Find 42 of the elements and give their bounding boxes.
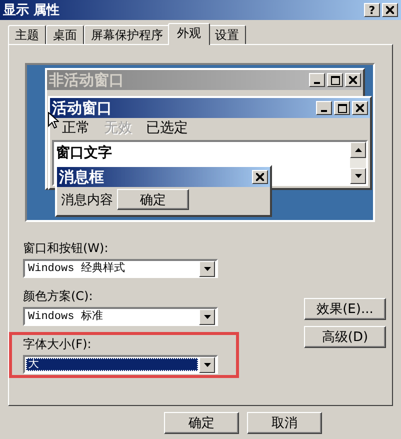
close-icon [356, 104, 364, 112]
window-title: 显示 属性 [3, 2, 60, 19]
down-arrow-icon [204, 362, 210, 366]
down-arrow-icon [204, 266, 210, 270]
dialog-button[interactable]: 高级(D) [304, 326, 386, 348]
maximize-button[interactable] [334, 101, 350, 115]
tab[interactable]: 桌面 [46, 25, 84, 44]
down-arrow-icon [354, 174, 362, 178]
close-icon [256, 173, 264, 181]
message-text: 消息内容 [61, 192, 113, 208]
tab[interactable]: 外观 [168, 23, 210, 45]
dropdown[interactable]: Windows 经典样式 [23, 259, 218, 278]
close-button[interactable] [345, 73, 361, 87]
dropdown[interactable]: 大 [23, 355, 218, 374]
tab[interactable]: 主题 [8, 25, 46, 44]
down-arrow-icon [204, 314, 210, 318]
maximize-icon [330, 76, 340, 84]
ok-button[interactable]: 确定 [117, 189, 189, 210]
minimize-button[interactable] [309, 73, 325, 87]
close-button[interactable] [352, 101, 368, 115]
help-button[interactable]: ? [364, 3, 380, 17]
maximize-button[interactable] [327, 73, 343, 87]
maximize-icon [338, 104, 346, 112]
dialog-button[interactable]: 确定 [164, 412, 239, 434]
field-label: 窗口和按钮(W): [23, 240, 110, 257]
close-icon [349, 76, 357, 84]
window-title: 非活动窗口 [49, 72, 124, 88]
close-button[interactable] [382, 3, 398, 17]
window-title: 活动窗口 [52, 100, 112, 116]
dialog-button[interactable]: 取消 [247, 412, 322, 434]
field-label: 字体大小(F): [23, 336, 92, 353]
up-arrow-icon [354, 148, 362, 152]
dialog-button[interactable]: 效果(E)... [304, 298, 386, 320]
tab[interactable]: 设置 [208, 25, 246, 44]
dropdown[interactable]: Windows 标准 [23, 307, 218, 326]
minimize-button[interactable] [316, 101, 332, 115]
tab[interactable]: 屏幕保护程序 [84, 25, 170, 44]
field-label: 颜色方案(C): [23, 288, 94, 305]
close-button[interactable] [252, 170, 268, 184]
window-title: 消息框 [59, 169, 104, 185]
window-text: 窗口文字 [55, 144, 113, 163]
close-icon [386, 6, 394, 14]
